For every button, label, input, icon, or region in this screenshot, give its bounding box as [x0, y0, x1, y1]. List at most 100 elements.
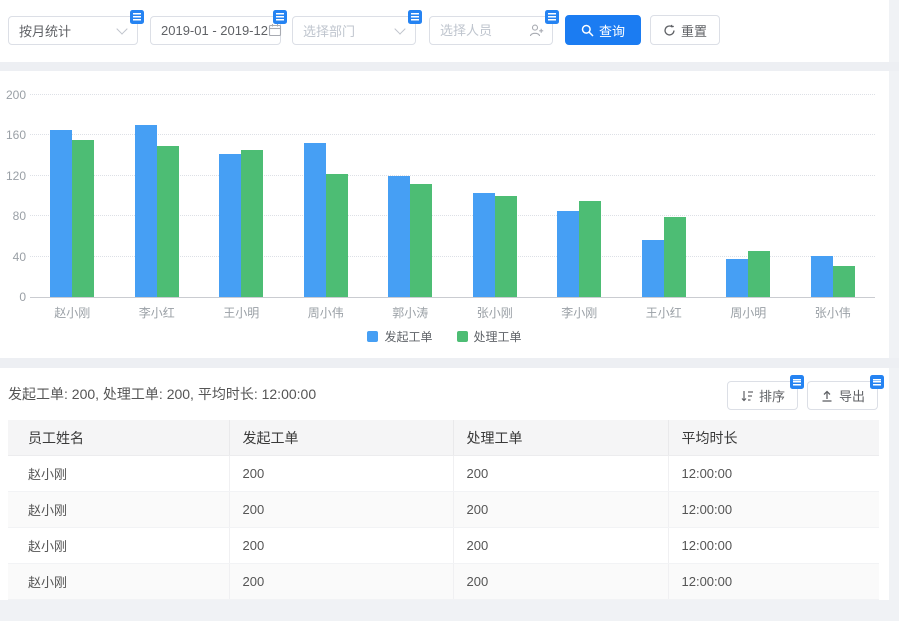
chart-legend: 发起工单 处理工单: [0, 328, 889, 345]
toolbar-section: 按月统计 2019-01 - 2019-12 选择部门: [0, 0, 889, 62]
bar-发起工单: [473, 193, 495, 297]
date-range-value: 2019-01 - 2019-12: [151, 23, 268, 38]
bar-group: [115, 125, 200, 297]
bar-处理工单: [664, 217, 686, 297]
export-button[interactable]: 导出: [807, 381, 878, 410]
calendar-icon: [268, 23, 282, 37]
bar-处理工单: [748, 251, 770, 297]
bar-发起工单: [811, 256, 833, 297]
bar-group: [537, 201, 622, 297]
bar-发起工单: [557, 211, 579, 297]
bar-处理工单: [410, 184, 432, 297]
bar-处理工单: [241, 150, 263, 297]
legend-item[interactable]: 发起工单: [367, 328, 432, 345]
period-select-value: 按月统计: [9, 21, 118, 40]
x-axis-category-label: 赵小刚: [30, 304, 115, 321]
y-axis-tick-label: 0: [2, 290, 26, 304]
employee-table-wrap: 员工姓名发起工单处理工单平均时长 赵小刚20020012:00:00赵小刚200…: [8, 420, 879, 600]
y-axis-tick-label: 40: [2, 250, 26, 264]
chart-card: 04080120160200 赵小刚李小红王小明周小伟郭小涛张小刚李小刚王小红周…: [0, 71, 889, 358]
bar-group: [284, 143, 369, 297]
x-axis-category-label: 王小红: [622, 304, 707, 321]
x-axis-category-label: 张小刚: [453, 304, 538, 321]
annotation-badge-icon: [273, 10, 287, 24]
bar-发起工单: [388, 176, 410, 297]
x-axis-category-label: 周小明: [706, 304, 791, 321]
bar-处理工单: [72, 140, 94, 297]
department-select[interactable]: 选择部门: [292, 16, 416, 45]
refresh-icon: [663, 24, 676, 37]
bar-发起工单: [219, 154, 241, 297]
legend-swatch-icon: [367, 331, 378, 342]
query-button-label: 查询: [599, 21, 625, 40]
table-cell: 200: [453, 564, 668, 600]
table-cell: 200: [453, 456, 668, 492]
sort-button-label: 排序: [759, 386, 785, 405]
table-cell: 12:00:00: [668, 528, 879, 564]
bar-处理工单: [833, 266, 855, 297]
bar-group: [622, 217, 707, 297]
x-axis-category-label: 张小伟: [791, 304, 876, 321]
department-select-placeholder: 选择部门: [293, 21, 396, 40]
annotation-badge-icon: [545, 10, 559, 24]
bar-发起工单: [642, 240, 664, 297]
period-select[interactable]: 按月统计: [8, 16, 138, 45]
x-axis-category-label: 王小明: [199, 304, 284, 321]
legend-item[interactable]: 处理工单: [457, 328, 522, 345]
table-cell: 赵小刚: [8, 456, 229, 492]
y-axis-tick-label: 120: [2, 169, 26, 183]
search-icon: [581, 24, 594, 37]
reset-button-label: 重置: [681, 21, 707, 40]
page-background-strip: [0, 600, 899, 621]
legend-label: 处理工单: [474, 328, 522, 345]
export-button-label: 导出: [839, 386, 865, 405]
x-axis-category-label: 李小红: [115, 304, 200, 321]
table-cell: 赵小刚: [8, 564, 229, 600]
table-cell: 200: [229, 564, 453, 600]
bar-处理工单: [495, 196, 517, 297]
bar-发起工单: [50, 130, 72, 297]
bar-发起工单: [135, 125, 157, 297]
separator-band: [0, 358, 899, 368]
table-cell: 200: [453, 492, 668, 528]
x-axis-category-label: 周小伟: [284, 304, 369, 321]
bar-处理工单: [579, 201, 601, 297]
bar-处理工单: [326, 174, 348, 297]
upload-icon: [820, 389, 834, 403]
person-select[interactable]: [429, 16, 553, 45]
table-cell: 200: [229, 492, 453, 528]
column-header: 平均时长: [668, 420, 879, 456]
x-axis-category-label: 郭小涛: [368, 304, 453, 321]
person-add-icon: [529, 23, 544, 38]
bar-发起工单: [304, 143, 326, 297]
table-row: 赵小刚20020012:00:00: [8, 492, 879, 528]
filter-toolbar: 按月统计 2019-01 - 2019-12 选择部门: [8, 15, 720, 45]
table-cell: 200: [453, 528, 668, 564]
annotation-badge-icon: [130, 10, 144, 24]
summary-text: 发起工单: 200, 处理工单: 200, 平均时长: 12:00:00: [8, 384, 316, 404]
reset-button[interactable]: 重置: [650, 15, 720, 45]
legend-swatch-icon: [457, 331, 468, 342]
table-cell: 12:00:00: [668, 456, 879, 492]
person-input[interactable]: [430, 23, 529, 38]
table-cell: 12:00:00: [668, 492, 879, 528]
bar-group: [368, 176, 453, 297]
x-axis-labels: 赵小刚李小红王小明周小伟郭小涛张小刚李小刚王小红周小明张小伟: [30, 304, 875, 321]
bar-groups: [30, 95, 875, 297]
table-row: 赵小刚20020012:00:00: [8, 564, 879, 600]
column-header: 员工姓名: [8, 420, 229, 456]
y-axis-tick-label: 160: [2, 128, 26, 142]
table-actions: 排序 导出: [727, 381, 878, 410]
date-range-picker[interactable]: 2019-01 - 2019-12: [150, 16, 281, 45]
table-cell: 200: [229, 456, 453, 492]
query-button[interactable]: 查询: [565, 15, 641, 45]
column-header: 处理工单: [453, 420, 668, 456]
legend-label: 发起工单: [384, 328, 432, 345]
table-cell: 200: [229, 528, 453, 564]
table-header-row: 员工姓名发起工单处理工单平均时长: [8, 420, 879, 456]
employee-table: 员工姓名发起工单处理工单平均时长 赵小刚20020012:00:00赵小刚200…: [8, 420, 879, 600]
table-section: 发起工单: 200, 处理工单: 200, 平均时长: 12:00:00 排序: [0, 368, 889, 600]
annotation-badge-icon: [870, 375, 884, 389]
y-axis-tick-label: 80: [2, 209, 26, 223]
sort-button[interactable]: 排序: [727, 381, 798, 410]
